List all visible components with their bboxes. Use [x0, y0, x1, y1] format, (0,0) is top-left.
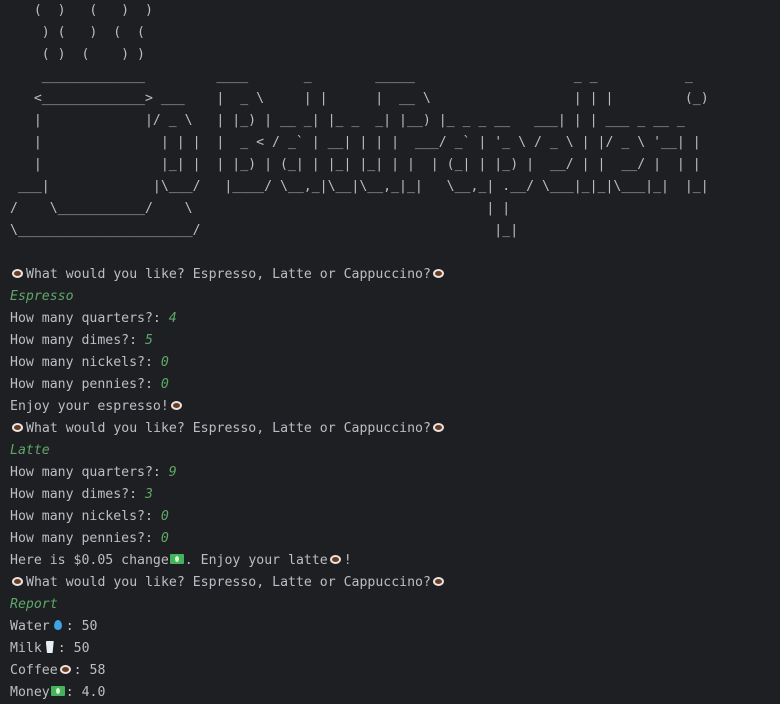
console-lines: What would you like? Espresso, Latte or …: [10, 264, 780, 704]
prompt-text: What would you like? Espresso, Latte or …: [26, 267, 431, 282]
report-water-line: Water : 50: [10, 616, 780, 638]
quarters-line: How many quarters?: 9: [10, 462, 780, 484]
pennies-line: How many pennies?: 0: [10, 374, 780, 396]
dimes-question: How many dimes?:: [10, 333, 145, 348]
money-icon: [50, 684, 65, 698]
prompt-line: What would you like? Espresso, Latte or …: [10, 264, 780, 286]
nickels-question: How many nickels?:: [10, 509, 161, 524]
coffee-icon: [170, 398, 184, 412]
prompt-text: What would you like? Espresso, Latte or …: [26, 421, 431, 436]
user-input-choice: Latte: [10, 443, 50, 458]
prompt-text: What would you like? Espresso, Latte or …: [26, 575, 431, 590]
dimes-answer: 5: [144, 333, 153, 348]
coffee-icon: [11, 266, 25, 280]
quarters-question: How many quarters?:: [10, 465, 169, 480]
nickels-line: How many nickels?: 0: [10, 506, 780, 528]
money-value: : 4.0: [65, 685, 106, 700]
nickels-question: How many nickels?:: [10, 355, 161, 370]
nickels-answer: 0: [160, 509, 169, 524]
coffee-icon: [59, 662, 73, 676]
droplet-icon: [51, 618, 65, 632]
report-milk-line: Milk : 50: [10, 638, 780, 660]
exclamation-text: !: [343, 553, 352, 568]
quarters-answer: 4: [168, 311, 177, 326]
coffee-value: : 58: [73, 663, 106, 678]
dimes-line: How many dimes?: 5: [10, 330, 780, 352]
coffee-icon: [11, 420, 25, 434]
coffee-icon: [432, 266, 446, 280]
water-value: : 50: [65, 619, 98, 634]
quarters-line: How many quarters?: 4: [10, 308, 780, 330]
result-line: Enjoy your espresso!: [10, 396, 780, 418]
pennies-question: How many pennies?:: [10, 531, 161, 546]
milk-label: Milk: [10, 641, 42, 656]
quarters-question: How many quarters?:: [10, 311, 169, 326]
money-icon: [169, 552, 184, 566]
pennies-answer: 0: [160, 531, 169, 546]
result-text: Enjoy your espresso!: [10, 399, 169, 414]
coffee-icon: [432, 574, 446, 588]
enjoy-text: . Enjoy your latte: [184, 553, 328, 568]
change-text: Here is $0.05 change: [10, 553, 169, 568]
nickels-answer: 0: [160, 355, 169, 370]
pennies-question: How many pennies?:: [10, 377, 161, 392]
milk-value: : 50: [57, 641, 90, 656]
coffee-icon: [329, 552, 343, 566]
report-coffee-line: Coffee : 58: [10, 660, 780, 682]
prompt-line: What would you like? Espresso, Latte or …: [10, 572, 780, 594]
money-label: Money: [10, 685, 50, 700]
terminal-output[interactable]: ( ) ( ) ) ) ( ) ( ( ( ) ( ) ) __________…: [10, 0, 780, 704]
milk-icon: [43, 640, 57, 654]
pennies-line: How many pennies?: 0: [10, 528, 780, 550]
coffee-label: Coffee: [10, 663, 58, 678]
change-line: Here is $0.05 change . Enjoy your latte!: [10, 550, 780, 572]
user-input-choice: Report: [10, 597, 58, 612]
report-money-line: Money : 4.0: [10, 682, 780, 704]
coffee-icon: [11, 574, 25, 588]
nickels-line: How many nickels?: 0: [10, 352, 780, 374]
water-label: Water: [10, 619, 50, 634]
user-input-choice: Espresso: [10, 289, 74, 304]
dimes-answer: 3: [144, 487, 153, 502]
ascii-art-banner: ( ) ( ) ) ) ( ) ( ( ( ) ( ) ) __________…: [10, 3, 709, 238]
dimes-line: How many dimes?: 3: [10, 484, 780, 506]
prompt-line: What would you like? Espresso, Latte or …: [10, 418, 780, 440]
coffee-icon: [432, 420, 446, 434]
dimes-question: How many dimes?:: [10, 487, 145, 502]
pennies-answer: 0: [160, 377, 169, 392]
quarters-answer: 9: [168, 465, 177, 480]
